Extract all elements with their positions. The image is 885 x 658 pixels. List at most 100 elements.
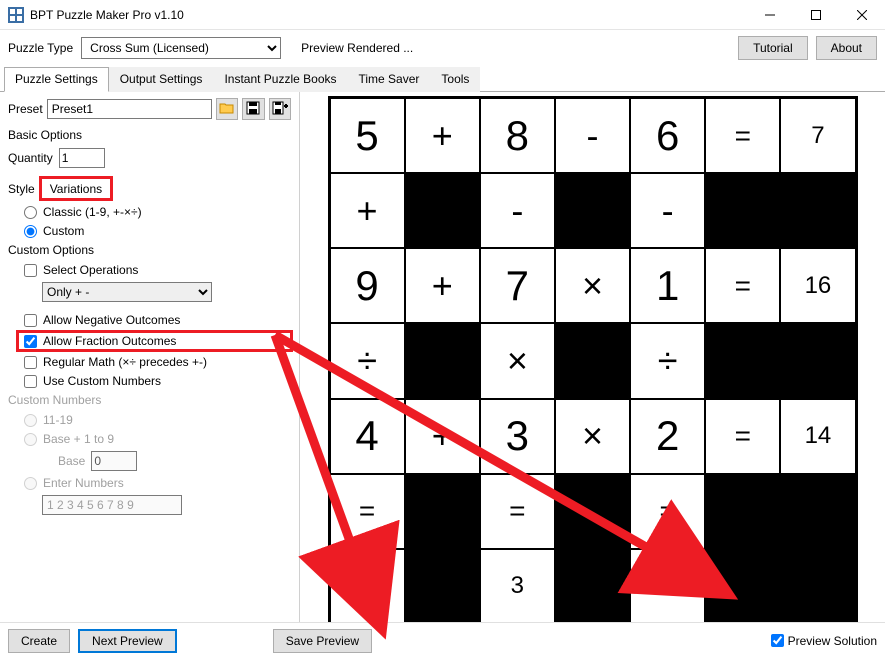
cell-answer: 2 1/2 [631, 550, 704, 623]
cell-answer: 7 [781, 99, 854, 172]
cell-black [556, 550, 629, 623]
radio-custom-label: Custom [43, 224, 84, 238]
window-title: BPT Puzzle Maker Pro v1.10 [30, 8, 747, 22]
cell-answer: 16 [781, 249, 854, 322]
preset-save-button[interactable] [242, 98, 264, 120]
cell-op: + [406, 249, 479, 322]
enter-numbers-input [42, 495, 182, 515]
check-regular-math-label: Regular Math (×÷ precedes +-) [43, 355, 207, 369]
cell-black [406, 174, 479, 247]
cell-black [406, 475, 479, 548]
cell-eq: = [631, 475, 704, 548]
cell-eq: = [706, 249, 779, 322]
check-regular-math[interactable] [24, 356, 37, 369]
cell-black [706, 475, 779, 548]
preset-input[interactable] [47, 99, 212, 119]
radio-custom[interactable] [24, 225, 37, 238]
cell-black [781, 324, 854, 397]
cell-eq: = [331, 475, 404, 548]
check-allow-fraction[interactable] [24, 335, 37, 348]
preset-label: Preset [8, 102, 43, 116]
next-preview-button[interactable]: Next Preview [78, 629, 177, 653]
cell-num: 8 [481, 99, 554, 172]
maximize-button[interactable] [793, 0, 839, 30]
check-use-custom-numbers-label: Use Custom Numbers [43, 374, 161, 388]
content-area: Preset Basic Options Quantity Style Vari… [0, 92, 885, 646]
bottom-bar: Create Next Preview Save Preview Preview… [0, 622, 885, 658]
radio-base-plus-label: Base + 1 to 9 [43, 432, 114, 446]
cell-answer: 3 [481, 550, 554, 623]
cell-answer: 3 1/2 [331, 550, 404, 623]
cell-black [781, 475, 854, 548]
cell-black [406, 324, 479, 397]
tab-time-saver[interactable]: Time Saver [348, 67, 431, 92]
puzzle-grid: 5 + 8 - 6 = 7 + - - 9 + 7 × 1 = 16 ÷ [328, 96, 858, 626]
folder-icon [219, 101, 235, 118]
minimize-button[interactable] [747, 0, 793, 30]
cell-op: ÷ [331, 324, 404, 397]
top-controls: Puzzle Type Cross Sum (Licensed) Preview… [0, 30, 885, 66]
about-button[interactable]: About [816, 36, 877, 60]
custom-options-title: Custom Options [8, 243, 291, 257]
cell-op: + [406, 400, 479, 473]
tab-tools[interactable]: Tools [430, 67, 480, 92]
check-select-operations[interactable] [24, 264, 37, 277]
save-preview-button[interactable]: Save Preview [273, 629, 372, 653]
radio-classic[interactable] [24, 206, 37, 219]
create-button[interactable]: Create [8, 629, 70, 653]
cell-op: × [556, 400, 629, 473]
base-stepper [91, 451, 137, 471]
cell-op: - [481, 174, 554, 247]
cell-black [556, 475, 629, 548]
tab-output-settings[interactable]: Output Settings [109, 67, 214, 92]
radio-enter-numbers-label: Enter Numbers [43, 476, 124, 490]
cell-num: 3 [481, 400, 554, 473]
radio-classic-label: Classic (1-9, +-×÷) [43, 205, 142, 219]
subtab-variations[interactable]: Variations [41, 178, 111, 199]
cell-black [781, 174, 854, 247]
tab-puzzle-settings[interactable]: Puzzle Settings [4, 67, 109, 92]
check-allow-negative-label: Allow Negative Outcomes [43, 313, 180, 327]
cell-op: + [331, 174, 404, 247]
title-bar: BPT Puzzle Maker Pro v1.10 [0, 0, 885, 30]
custom-numbers-title: Custom Numbers [8, 393, 291, 407]
preset-save-as-button[interactable] [269, 98, 291, 120]
left-pane: Preset Basic Options Quantity Style Vari… [0, 92, 300, 646]
cell-black [706, 550, 779, 623]
cell-eq: = [481, 475, 554, 548]
cell-op: × [481, 324, 554, 397]
cell-eq: = [706, 400, 779, 473]
tab-instant-puzzle-books[interactable]: Instant Puzzle Books [213, 67, 347, 92]
base-label: Base [58, 454, 85, 468]
cell-num: 7 [481, 249, 554, 322]
cell-op: - [631, 174, 704, 247]
operations-select[interactable]: Only + - [42, 282, 212, 302]
radio-base-plus [24, 433, 37, 446]
status-text: Preview Rendered ... [289, 41, 730, 55]
check-use-custom-numbers[interactable] [24, 375, 37, 388]
preset-open-button[interactable] [216, 98, 238, 120]
cell-num: 4 [331, 400, 404, 473]
cell-black [706, 174, 779, 247]
cell-black [406, 550, 479, 623]
radio-enter-numbers [24, 477, 37, 490]
cell-num: 5 [331, 99, 404, 172]
cell-black [556, 324, 629, 397]
app-icon [8, 7, 24, 23]
preview-pane: 5 + 8 - 6 = 7 + - - 9 + 7 × 1 = 16 ÷ [300, 92, 885, 646]
check-allow-fraction-label: Allow Fraction Outcomes [43, 334, 176, 348]
check-preview-solution[interactable] [771, 634, 784, 647]
puzzle-type-label: Puzzle Type [8, 41, 73, 55]
cell-op: + [406, 99, 479, 172]
cell-num: 2 [631, 400, 704, 473]
close-button[interactable] [839, 0, 885, 30]
quantity-stepper[interactable] [59, 148, 105, 168]
check-select-operations-label: Select Operations [43, 263, 138, 277]
check-preview-solution-label: Preview Solution [788, 634, 877, 648]
tutorial-button[interactable]: Tutorial [738, 36, 808, 60]
cell-num: 6 [631, 99, 704, 172]
quantity-label: Quantity [8, 151, 53, 165]
check-allow-negative[interactable] [24, 314, 37, 327]
puzzle-type-select[interactable]: Cross Sum (Licensed) [81, 37, 281, 59]
cell-black [556, 174, 629, 247]
